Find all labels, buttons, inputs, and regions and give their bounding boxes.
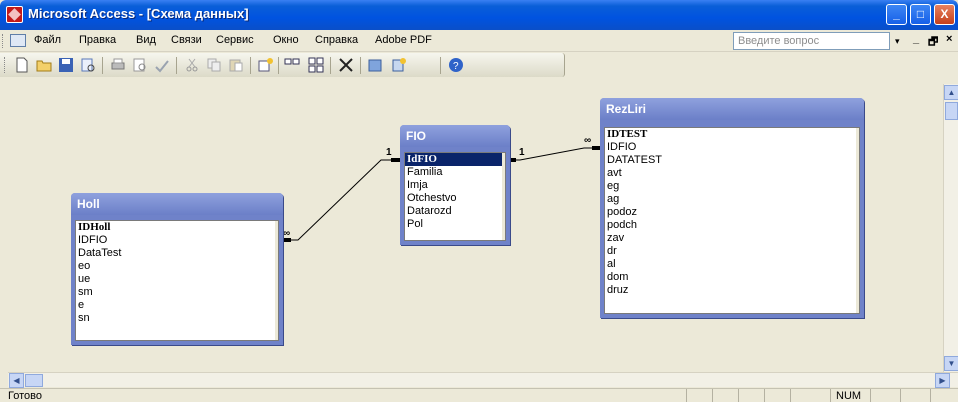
holl-many-symbol: ∞ (283, 228, 291, 239)
table-holl-scrollbar[interactable] (275, 221, 278, 340)
field-list-item[interactable]: ag (605, 193, 859, 206)
field-list-item[interactable]: Datarozd (405, 205, 505, 218)
rezliri-many-symbol: ∞ (584, 135, 592, 146)
status-panel (870, 389, 871, 402)
table-rezliri-scrollbar[interactable] (856, 128, 859, 313)
scroll-up-icon[interactable]: ▲ (944, 85, 958, 100)
field-list-item[interactable]: Familia (405, 166, 505, 179)
status-bar: Готово NUM (0, 388, 958, 402)
field-list-item[interactable]: podch (605, 219, 859, 232)
field-list-item[interactable]: druz (605, 284, 859, 297)
vertical-scrollbar[interactable]: ▲ ▼ (943, 84, 958, 372)
field-list-item[interactable]: IDHoll (76, 221, 278, 234)
field-list-item[interactable]: Imja (405, 179, 505, 192)
field-list-item[interactable]: IDFIO (76, 234, 278, 247)
fio-one-symbol-left: 1 (386, 147, 392, 158)
horizontal-scroll-thumb[interactable] (25, 374, 43, 387)
status-panel (830, 389, 831, 402)
field-list-item[interactable]: dr (605, 245, 859, 258)
field-list-item[interactable]: dom (605, 271, 859, 284)
table-holl[interactable]: Holl IDHoll IDFIO DataTest eo ue sm e sn (71, 193, 283, 345)
table-fio-field-list[interactable]: IdFIO Familia Imja Otchestvo Datarozd Po… (404, 152, 506, 241)
field-list-item[interactable]: DATATEST (605, 154, 859, 167)
status-text: Готово (8, 390, 42, 402)
table-rezliri-field-list[interactable]: IDTEST IDFIO DATATEST avt eg ag podoz po… (604, 127, 860, 314)
table-fio-title[interactable]: FIO (400, 125, 510, 147)
field-list-item[interactable]: zav (605, 232, 859, 245)
table-holl-title[interactable]: Holl (71, 193, 283, 215)
horizontal-scrollbar[interactable]: ◀ ▶ (8, 372, 958, 388)
field-list-item[interactable]: Pol (405, 218, 505, 231)
field-list-item[interactable]: Otchestvo (405, 192, 505, 205)
field-list-item[interactable]: sn (76, 312, 278, 325)
field-list-item[interactable]: eg (605, 180, 859, 193)
status-panel (900, 389, 901, 402)
fio-one-symbol-right: 1 (519, 147, 525, 158)
status-panel (738, 389, 739, 402)
field-list-item-selected[interactable]: IdFIO (405, 153, 505, 166)
relationship-line-fio-holl[interactable] (283, 159, 400, 241)
num-lock-indicator: NUM (836, 390, 862, 402)
field-list-item[interactable]: ue (76, 273, 278, 286)
status-panel (790, 389, 791, 402)
table-holl-field-list[interactable]: IDHoll IDFIO DataTest eo ue sm e sn (75, 220, 279, 341)
field-list-item[interactable]: DataTest (76, 247, 278, 260)
field-list-item[interactable]: sm (76, 286, 278, 299)
field-list-item[interactable]: IDFIO (605, 141, 859, 154)
vertical-scroll-thumb[interactable] (945, 102, 958, 120)
status-panel (686, 389, 687, 402)
field-list-item[interactable]: avt (605, 167, 859, 180)
field-list-item[interactable]: e (76, 299, 278, 312)
status-panel (712, 389, 713, 402)
field-list-item[interactable]: al (605, 258, 859, 271)
table-fio-scrollbar[interactable] (502, 153, 505, 240)
field-list-item[interactable]: IDTEST (605, 128, 859, 141)
field-list-item[interactable]: podoz (605, 206, 859, 219)
scroll-left-icon[interactable]: ◀ (9, 373, 24, 388)
table-rezliri-title[interactable]: RezLiri (600, 98, 864, 120)
status-panel (930, 389, 931, 402)
field-list-item[interactable]: eo (76, 260, 278, 273)
scroll-right-icon[interactable]: ▶ (935, 373, 950, 388)
table-rezliri[interactable]: RezLiri IDTEST IDFIO DATATEST avt eg ag … (600, 98, 864, 318)
status-panel (764, 389, 765, 402)
scroll-down-icon[interactable]: ▼ (944, 356, 958, 371)
table-fio[interactable]: FIO IdFIO Familia Imja Otchestvo Dataroz… (400, 125, 510, 245)
